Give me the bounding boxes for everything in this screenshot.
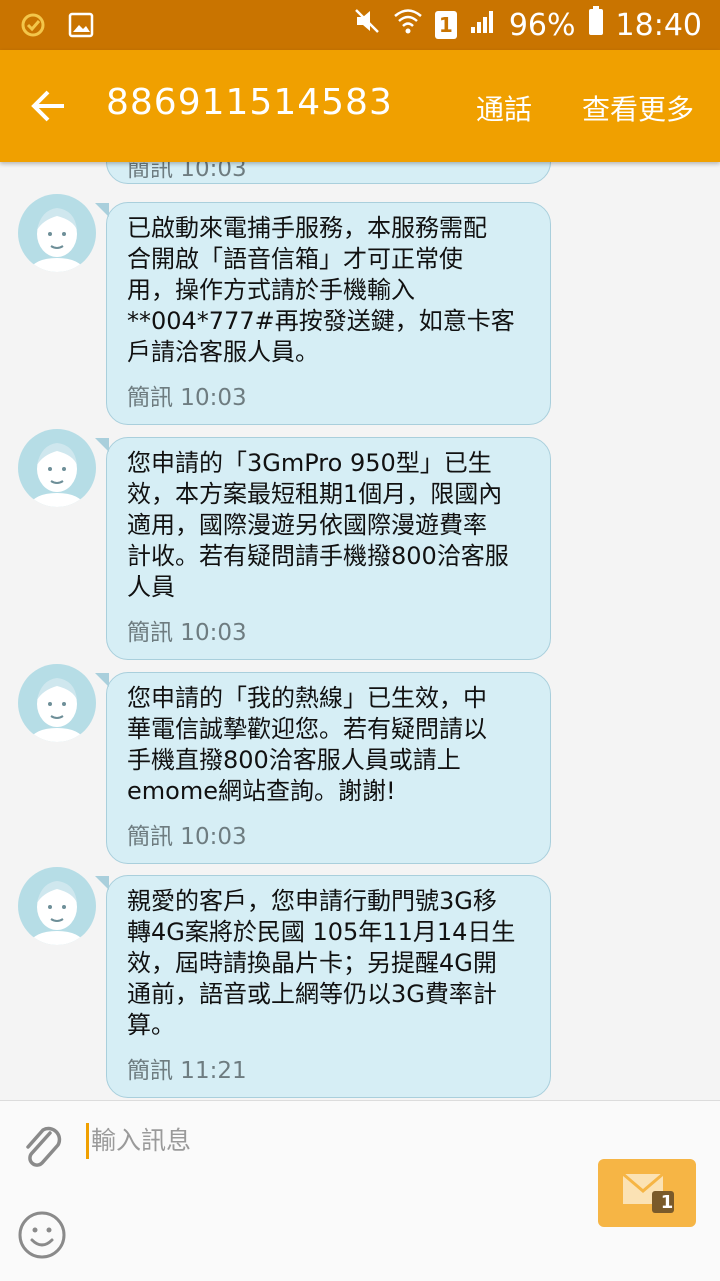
message-meta: 簡訊 11:21 <box>127 1058 247 1084</box>
wifi-icon <box>393 7 423 43</box>
battery-percent: 96% <box>508 7 576 43</box>
battery-icon <box>588 6 604 44</box>
message-meta: 簡訊 10:03 <box>127 620 247 646</box>
message-meta: 簡訊 10:03 <box>127 162 247 182</box>
emoji-icon[interactable] <box>16 1209 68 1265</box>
back-arrow-icon[interactable] <box>28 86 68 126</box>
signal-icon <box>469 7 497 43</box>
message-bubble[interactable]: 親愛的客戶，您申請行動門號3G移 轉4G案將於民國 105年11月14日生 效，… <box>95 875 551 1098</box>
conversation-list[interactable]: 簡訊 10:03 已啟動來電捕手服務，本服務需配 合開啟「語音信箱」才可正常使 … <box>0 162 720 1100</box>
message-bubble[interactable]: 您申請的「3GmPro 950型」已生 效，本方案最短租期1個月，限國內 適用，… <box>95 437 551 660</box>
message-text: 您申請的「3GmPro 950型」已生 效，本方案最短租期1個月，限國內 適用，… <box>127 449 509 601</box>
status-bar: 1 96% 18:40 <box>0 0 720 50</box>
sim-badge: 1 <box>660 1192 674 1213</box>
avatar[interactable] <box>18 429 96 507</box>
message-meta: 簡訊 10:03 <box>127 385 247 411</box>
message-meta: 簡訊 10:03 <box>127 824 247 850</box>
gallery-icon <box>68 12 94 42</box>
attach-paperclip-icon[interactable] <box>20 1123 66 1177</box>
message-bubble[interactable]: 簡訊 10:03 <box>106 162 551 184</box>
message-composer: 輸入訊息 1 <box>0 1100 720 1281</box>
avatar[interactable] <box>18 194 96 272</box>
message-input[interactable]: 輸入訊息 <box>86 1123 191 1159</box>
app-bar: 886911514583 通話 查看更多 <box>0 50 720 162</box>
mute-icon <box>353 7 381 43</box>
message-bubble[interactable]: 已啟動來電捕手服務，本服務需配 合開啟「語音信箱」才可正常使 用，操作方式請於手… <box>95 202 551 425</box>
message-text: 親愛的客戶，您申請行動門號3G移 轉4G案將於民國 105年11月14日生 效，… <box>127 887 516 1039</box>
message-bubble[interactable]: 您申請的「我的熱線」已生效，中 華電信誠摯歡迎您。若有疑問請以 手機直撥800洽… <box>95 672 551 864</box>
sim-icon: 1 <box>434 11 457 39</box>
message-text: 已啟動來電捕手服務，本服務需配 合開啟「語音信箱」才可正常使 用，操作方式請於手… <box>127 214 515 366</box>
call-button[interactable]: 通話 <box>476 88 532 128</box>
message-text: 您申請的「我的熱線」已生效，中 華電信誠摯歡迎您。若有疑問請以 手機直撥800洽… <box>127 684 487 805</box>
avatar[interactable] <box>18 664 96 742</box>
view-more-button[interactable]: 查看更多 <box>582 88 694 128</box>
notification-icon <box>20 12 50 42</box>
send-button[interactable]: 1 <box>598 1159 696 1227</box>
avatar[interactable] <box>18 867 96 945</box>
clock: 18:40 <box>615 7 702 43</box>
contact-title: 886911514583 <box>106 82 393 123</box>
